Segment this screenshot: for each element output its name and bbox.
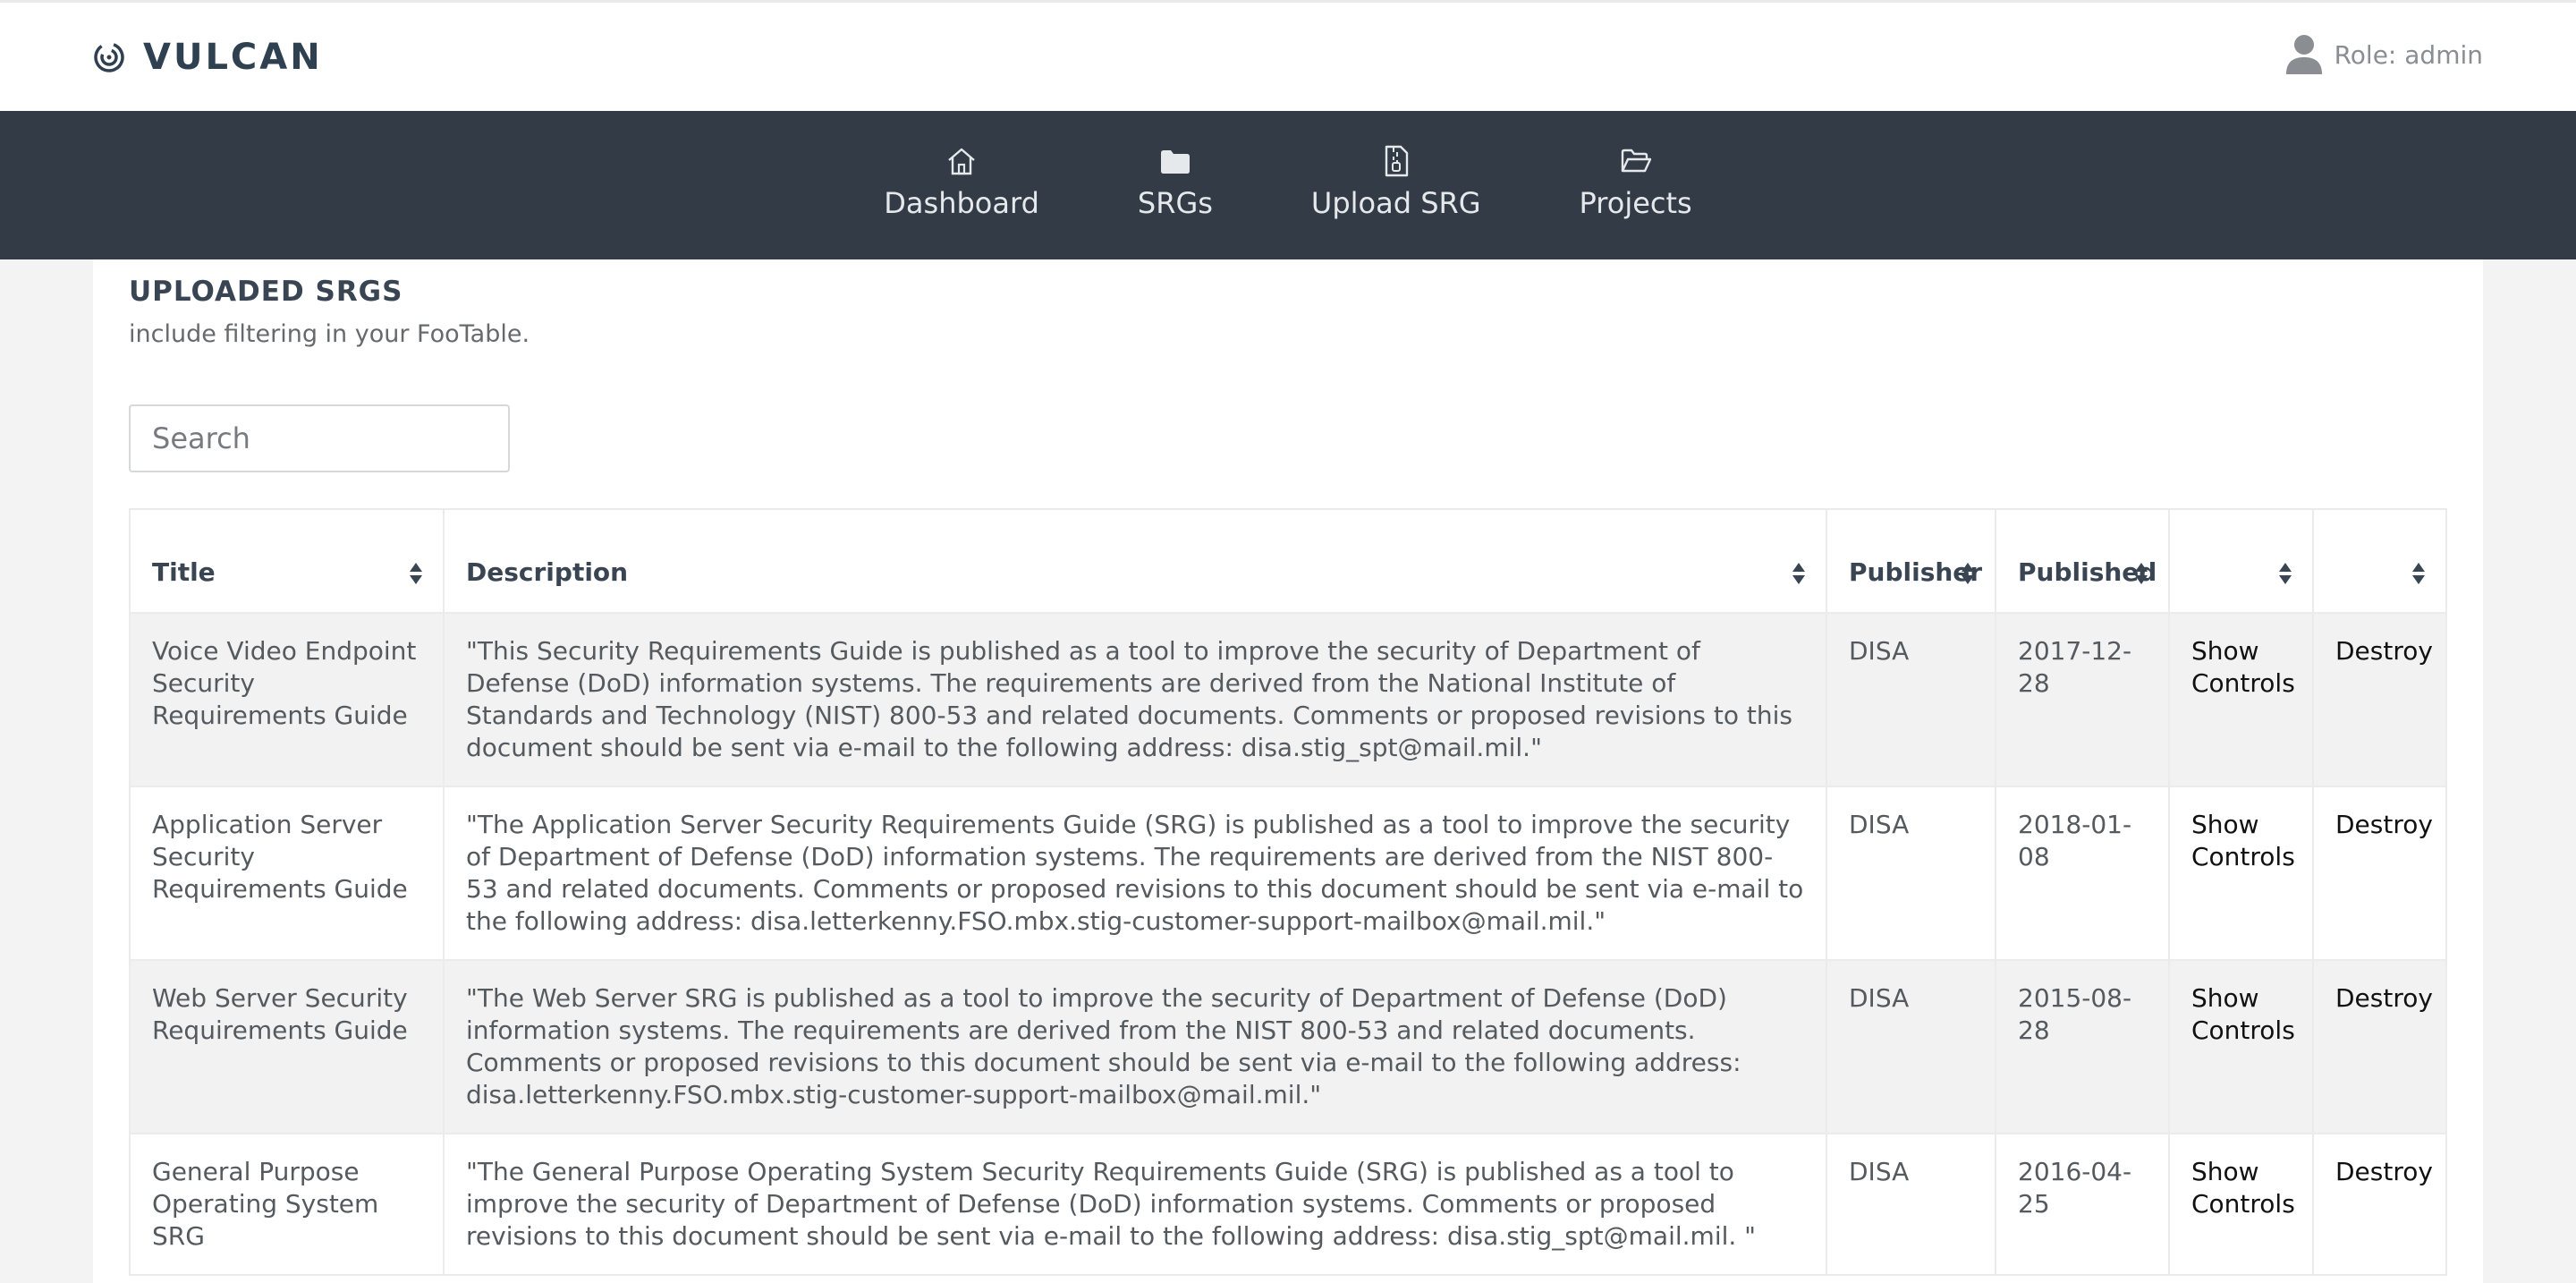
table-row: General Purpose Operating System SRG "Th…: [129, 1133, 2447, 1276]
nav-projects[interactable]: Projects: [1580, 111, 1692, 259]
table-row: Voice Video Endpoint Security Requiremen…: [129, 612, 2447, 787]
header-published[interactable]: Published: [1995, 508, 2170, 614]
main-nav: Dashboard SRGs Upload SRG Projects: [0, 111, 2576, 259]
top-header: VULCAN Role: admin: [0, 0, 2576, 111]
cell-published: 2016-04-25: [1995, 1133, 2170, 1276]
table-row: Web Server Security Requirements Guide "…: [129, 959, 2447, 1134]
nav-dashboard-label: Dashboard: [884, 186, 1039, 220]
table-row: Application Server Security Requirements…: [129, 786, 2447, 961]
panel-subtitle: include filtering in your FooTable.: [129, 320, 530, 348]
cell-title: General Purpose Operating System SRG: [129, 1133, 445, 1276]
cell-published: 2018-01-08: [1995, 786, 2170, 961]
cell-description: "The Web Server SRG is published as a to…: [443, 959, 1827, 1134]
uploaded-srgs-panel: UPLOADED SRGS include filtering in your …: [93, 259, 2483, 1283]
show-controls-link[interactable]: Show Controls: [2168, 959, 2314, 1134]
header-destroy[interactable]: [2312, 508, 2447, 614]
file-upload-icon: [1385, 145, 1408, 177]
header-show-controls[interactable]: [2168, 508, 2314, 614]
cell-publisher: DISA: [1826, 612, 1996, 787]
cell-description: "The General Purpose Operating System Se…: [443, 1133, 1827, 1276]
show-controls-link[interactable]: Show Controls: [2168, 1133, 2314, 1276]
sort-icon: [2412, 563, 2425, 584]
cell-title: Voice Video Endpoint Security Requiremen…: [129, 612, 445, 787]
app-name: VULCAN: [143, 37, 323, 78]
sort-icon: [2135, 563, 2148, 584]
destroy-link[interactable]: Destroy: [2312, 612, 2447, 787]
home-icon: [948, 148, 975, 175]
table-header-row: Title Description Publisher Published: [129, 508, 2447, 614]
brand[interactable]: VULCAN: [93, 35, 323, 80]
cell-title: Web Server Security Requirements Guide: [129, 959, 445, 1134]
vulcan-logo-icon: [94, 42, 124, 72]
folder-icon: [1160, 150, 1190, 174]
nav-upload-srg-label: Upload SRG: [1310, 186, 1481, 220]
destroy-link[interactable]: Destroy: [2312, 786, 2447, 961]
cell-publisher: DISA: [1826, 1133, 1996, 1276]
user-role[interactable]: Role: admin: [2284, 30, 2483, 80]
sort-icon: [1792, 563, 1805, 584]
show-controls-link[interactable]: Show Controls: [2168, 786, 2314, 961]
sort-icon: [410, 563, 422, 584]
nav-srgs-label: SRGs: [1137, 186, 1213, 220]
nav-dashboard[interactable]: Dashboard: [884, 111, 1039, 259]
show-controls-link[interactable]: Show Controls: [2168, 612, 2314, 787]
role-label: Role: admin: [2334, 39, 2483, 70]
search-input[interactable]: [129, 404, 510, 472]
nav-projects-label: Projects: [1579, 186, 1692, 220]
cell-published: 2017-12-28: [1995, 612, 2170, 787]
header-description-label: Description: [466, 557, 629, 587]
header-title[interactable]: Title: [129, 508, 445, 614]
cell-description: "This Security Requirements Guide is pub…: [443, 612, 1827, 787]
folder-open-icon: [1621, 149, 1651, 173]
destroy-link[interactable]: Destroy: [2312, 1133, 2447, 1276]
cell-description: "The Application Server Security Require…: [443, 786, 1827, 961]
srg-table: Title Description Publisher Published Vo…: [129, 508, 2447, 1276]
cell-publisher: DISA: [1826, 786, 1996, 961]
header-description[interactable]: Description: [443, 508, 1827, 614]
user-icon: [2285, 35, 2322, 74]
cell-published: 2015-08-28: [1995, 959, 2170, 1134]
panel-title: UPLOADED SRGS: [129, 276, 403, 308]
nav-upload-srg[interactable]: Upload SRG: [1311, 111, 1481, 259]
cell-title: Application Server Security Requirements…: [129, 786, 445, 961]
nav-srgs[interactable]: SRGs: [1138, 111, 1213, 259]
cell-publisher: DISA: [1826, 959, 1996, 1134]
sort-icon: [2279, 563, 2292, 584]
destroy-link[interactable]: Destroy: [2312, 959, 2447, 1134]
header-title-label: Title: [152, 557, 216, 587]
sort-icon: [1962, 563, 1974, 584]
header-publisher[interactable]: Publisher: [1826, 508, 1996, 614]
